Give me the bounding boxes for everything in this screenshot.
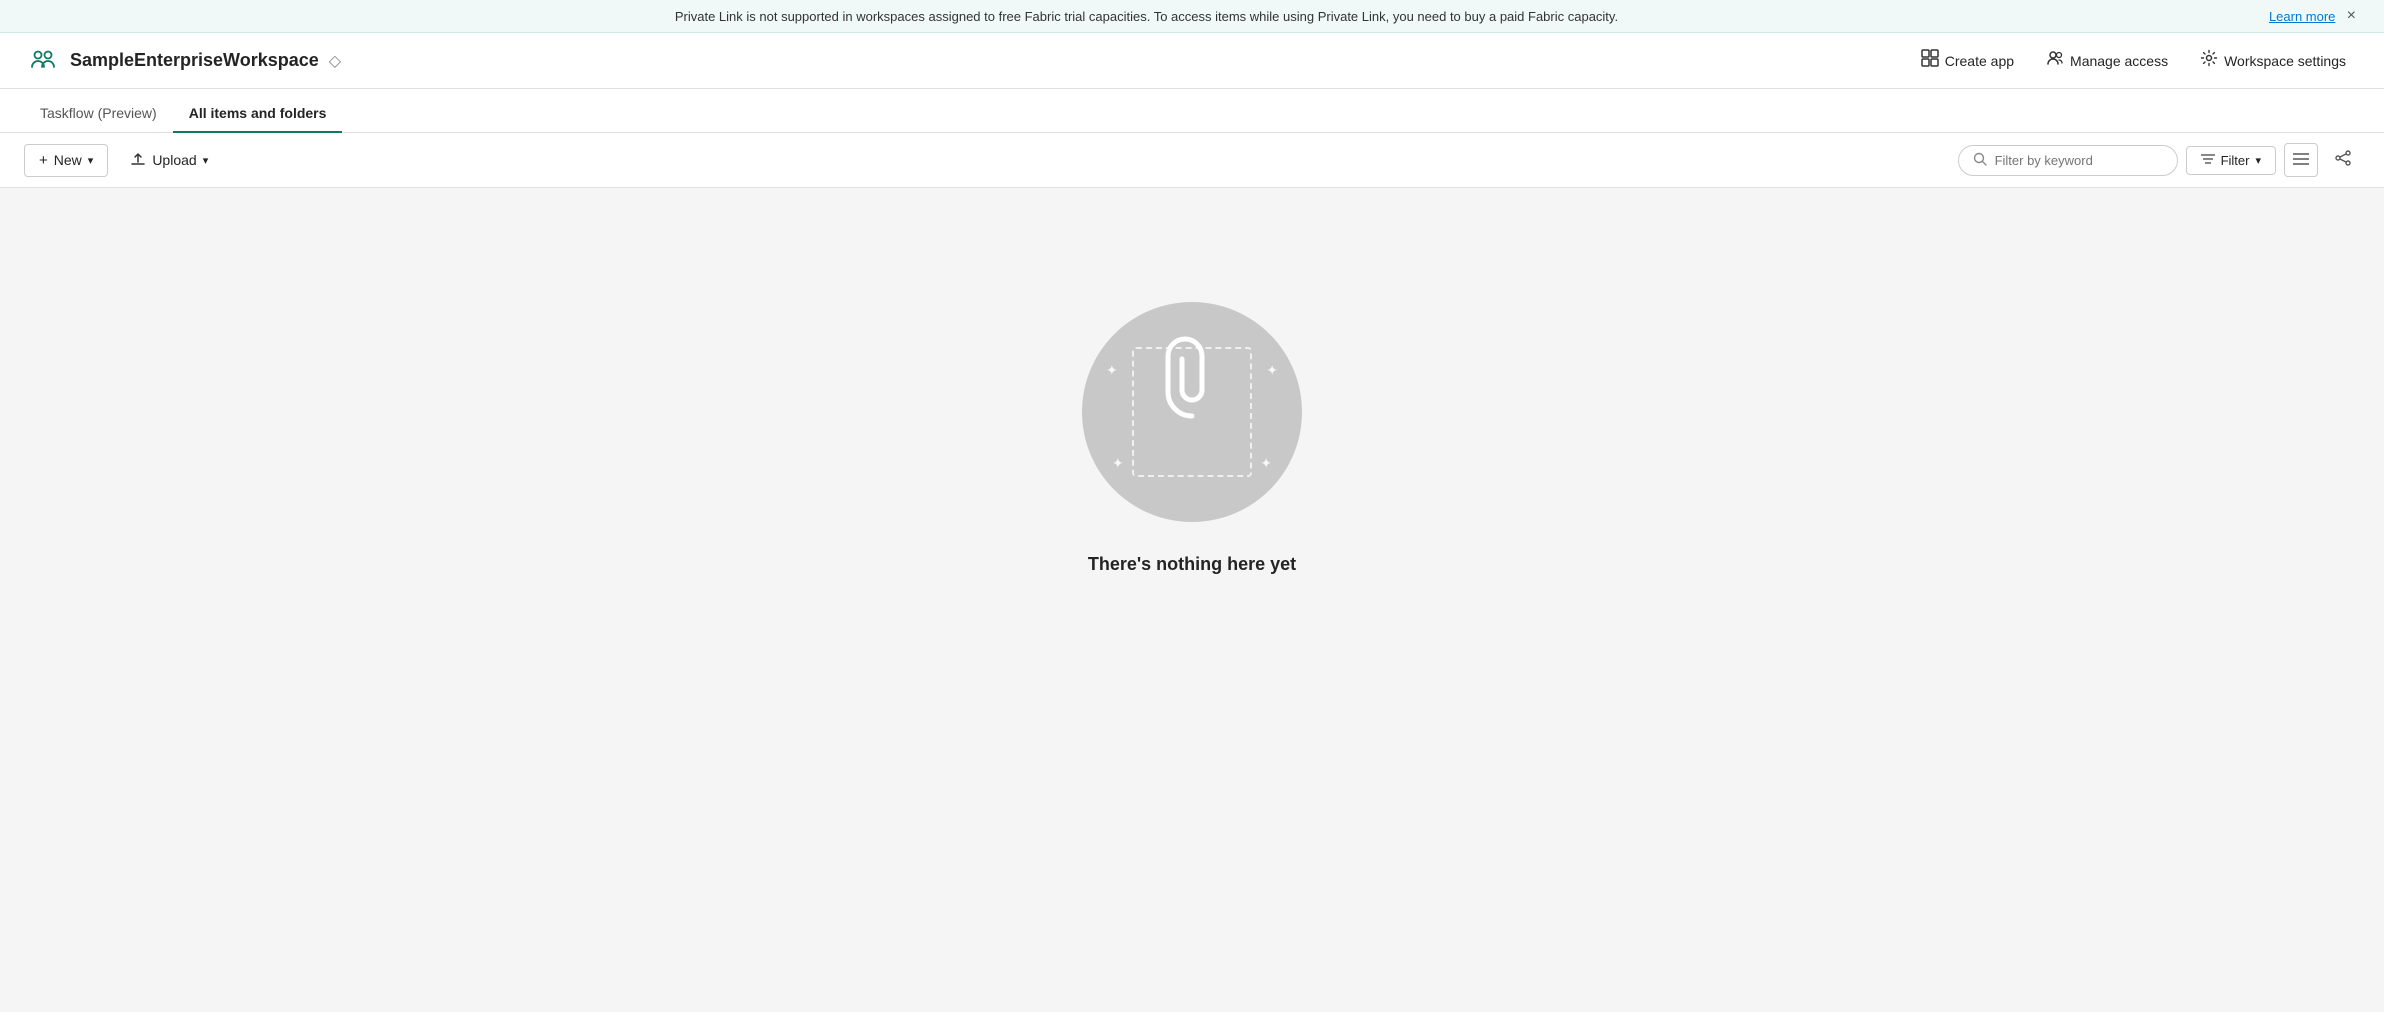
header-left: SampleEnterpriseWorkspace ◇ — [24, 43, 341, 79]
sparkle-icon-1: ✦ — [1106, 362, 1118, 379]
notification-banner: Private Link is not supported in workspa… — [0, 0, 2384, 33]
premium-diamond-icon: ◇ — [329, 51, 341, 71]
learn-more-link[interactable]: Learn more — [2269, 9, 2335, 24]
filter-label: Filter — [2221, 153, 2250, 168]
workspace-settings-label: Workspace settings — [2224, 53, 2346, 69]
manage-access-icon — [2046, 49, 2064, 72]
filter-button[interactable]: Filter ▾ — [2186, 146, 2276, 175]
sparkle-icon-3: ✦ — [1112, 455, 1124, 472]
workspace-settings-button[interactable]: Workspace settings — [2186, 43, 2360, 78]
upload-chevron-icon: ▾ — [203, 154, 209, 167]
new-button[interactable]: + New ▾ — [24, 144, 108, 177]
create-app-label: Create app — [1945, 53, 2014, 69]
list-view-button[interactable] — [2284, 143, 2318, 177]
upload-icon — [130, 151, 146, 170]
upload-label: Upload — [152, 152, 196, 168]
upload-button[interactable]: Upload ▾ — [116, 144, 222, 177]
paperclip-icon — [1162, 331, 1222, 421]
workspace-logo-icon — [26, 45, 58, 77]
sparkle-icon-2: ✦ — [1266, 362, 1278, 379]
workspace-settings-icon — [2200, 49, 2218, 72]
workspace-icon — [24, 43, 60, 79]
banner-close-button[interactable]: × — [2343, 8, 2360, 24]
list-lines-icon — [2293, 152, 2309, 169]
empty-inner-box — [1132, 347, 1252, 477]
sparkle-icon-4: ✦ — [1260, 455, 1272, 472]
share-connections-button[interactable] — [2326, 143, 2360, 177]
header-right: Create app Manage access Workspace set — [1907, 43, 2360, 78]
toolbar-right: Filter ▾ — [1958, 143, 2360, 177]
tab-taskflow[interactable]: Taskflow (Preview) — [24, 95, 173, 133]
new-label: New — [54, 152, 82, 168]
new-plus-icon: + — [39, 152, 48, 169]
create-app-icon — [1921, 49, 1939, 72]
toolbar-left: + New ▾ Upload ▾ — [24, 144, 222, 177]
manage-access-label: Manage access — [2070, 53, 2168, 69]
search-box[interactable] — [1958, 145, 2178, 176]
workspace-title: SampleEnterpriseWorkspace — [70, 50, 319, 71]
new-chevron-icon: ▾ — [88, 154, 94, 167]
tabs-bar: Taskflow (Preview) All items and folders — [0, 89, 2384, 133]
share-icon — [2334, 149, 2352, 172]
manage-access-button[interactable]: Manage access — [2032, 43, 2182, 78]
empty-state-title: There's nothing here yet — [1088, 554, 1296, 575]
filter-lines-icon — [2201, 153, 2215, 168]
search-icon — [1973, 152, 1987, 169]
empty-illustration: ✦ ✦ ✦ ✦ — [1082, 302, 1302, 522]
filter-chevron-icon: ▾ — [2255, 154, 2261, 167]
main-content: ✦ ✦ ✦ ✦ There's nothing here yet — [0, 188, 2384, 688]
create-app-button[interactable]: Create app — [1907, 43, 2028, 78]
tab-all-items[interactable]: All items and folders — [173, 95, 343, 133]
banner-message: Private Link is not supported in workspa… — [24, 9, 2269, 24]
search-input[interactable] — [1995, 153, 2163, 168]
toolbar: + New ▾ Upload ▾ — [0, 133, 2384, 188]
header: SampleEnterpriseWorkspace ◇ Create app — [0, 33, 2384, 89]
